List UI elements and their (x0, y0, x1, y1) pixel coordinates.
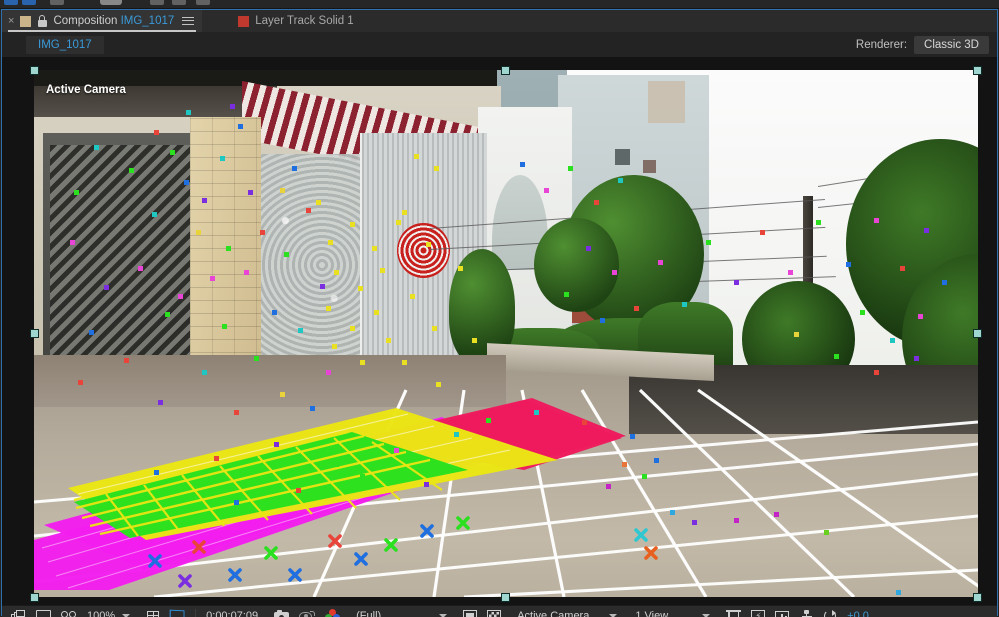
eye-icon[interactable] (299, 610, 316, 617)
tools-toolbar-partial[interactable] (0, 0, 999, 9)
take-snapshot-button[interactable] (269, 606, 294, 617)
toggle-alpha-button[interactable] (458, 606, 482, 617)
comp-color-swatch (20, 15, 32, 27)
resolution-value: (Full) (356, 610, 382, 617)
panel-menu-icon[interactable] (182, 16, 195, 26)
close-icon[interactable]: × (8, 15, 14, 27)
rgb-channels-icon[interactable] (325, 609, 340, 617)
after-effects-window: × Composition IMG_1017 Layer Track Solid… (0, 0, 999, 617)
3d-view-value: Active Camera (517, 610, 590, 617)
toggle-viewer-button[interactable] (31, 606, 56, 617)
layer-color-swatch (238, 15, 250, 27)
fast-previews-icon[interactable]: ⚡ (751, 609, 766, 617)
selection-handle-mid-right[interactable] (973, 329, 982, 338)
hand-tool-icon[interactable] (22, 0, 36, 5)
camera-icon[interactable] (274, 610, 290, 617)
shape-tool-icon[interactable] (150, 0, 164, 5)
selection-tool-icon[interactable] (4, 0, 18, 5)
tab-label-composition: Composition IMG_1017 (53, 15, 175, 27)
region-of-interest-button[interactable] (165, 606, 190, 617)
choose-grid-guide-button[interactable] (141, 606, 165, 617)
region-of-interest-icon[interactable] (169, 609, 185, 617)
divider (195, 609, 197, 617)
timeline-button[interactable] (770, 606, 794, 617)
selection-handle-top-right[interactable] (973, 66, 982, 75)
tab-label-layer: Layer Track Solid 1 (255, 15, 354, 27)
target-decal (397, 222, 451, 279)
tracked-footage-image (34, 70, 978, 597)
monitor-icon[interactable] (36, 609, 51, 617)
toggle-layer-view-button[interactable] (6, 606, 31, 617)
show-snapshot-button[interactable] (294, 606, 320, 617)
reset-exposure-icon[interactable] (823, 609, 837, 617)
building-window (647, 80, 686, 123)
grid-guide-icon[interactable] (146, 610, 160, 617)
magnification-value: 100% (87, 610, 116, 617)
flowchart-icon[interactable] (799, 609, 813, 617)
selection-handle-bottom-left[interactable] (30, 593, 39, 602)
building-window (642, 159, 657, 174)
pixel-aspect-correction-button[interactable] (721, 606, 746, 617)
renderer-group: Renderer: Classic 3D (855, 35, 989, 54)
transparency-grid-icon[interactable] (487, 609, 502, 617)
reset-exposure-button[interactable] (818, 606, 842, 617)
current-time-display[interactable]: 0:00:07:09 (201, 606, 263, 617)
driveway (34, 354, 506, 408)
camera-tool-icon[interactable] (100, 0, 122, 5)
pixel-aspect-icon[interactable] (726, 610, 742, 617)
current-time-value: 0:00:07:09 (206, 610, 259, 617)
layers-icon[interactable] (11, 609, 26, 617)
selection-handle-mid-left[interactable] (30, 329, 39, 338)
resolution-select[interactable]: (Full) (351, 606, 452, 617)
exposure-value-field[interactable]: +0.0 (842, 606, 874, 617)
alpha-icon[interactable] (463, 609, 478, 617)
renderer-label: Renderer: (855, 38, 908, 51)
toggle-transparency-grid-button[interactable] (482, 606, 506, 617)
exposure-value: +0.0 (847, 610, 869, 617)
selection-handle-bottom-center[interactable] (501, 593, 510, 602)
3d-glasses-button[interactable] (56, 606, 82, 617)
pen-tool-icon[interactable] (172, 0, 186, 5)
3d-glasses-icon[interactable] (61, 610, 77, 617)
show-channel-button[interactable] (320, 606, 345, 617)
comp-subbar: IMG_1017 Renderer: Classic 3D (2, 32, 997, 57)
view-layout-select[interactable]: 1 View (630, 606, 715, 617)
tab-layer-track-solid-1[interactable]: Layer Track Solid 1 (232, 10, 361, 32)
selection-handle-top-left[interactable] (30, 66, 39, 75)
tab-composition-img-1017[interactable]: × Composition IMG_1017 (2, 10, 203, 32)
renderer-value[interactable]: Classic 3D (914, 35, 989, 54)
panel-tab-bar[interactable]: × Composition IMG_1017 Layer Track Solid… (2, 10, 997, 32)
comp-flowchart-button[interactable] (794, 606, 818, 617)
selection-handle-bottom-right[interactable] (973, 593, 982, 602)
3d-view-select[interactable]: Active Camera (512, 606, 622, 617)
selection-handle-top-center[interactable] (501, 66, 510, 75)
composition-viewer[interactable]: Active Camera (2, 57, 997, 605)
view-layout-value: 1 View (635, 610, 669, 617)
type-tool-icon[interactable] (196, 0, 210, 5)
viewer-bottom-toolbar[interactable]: 100% 0:00:07:09 (Full) Active Camera 1 V… (2, 605, 997, 617)
building-window (614, 149, 630, 165)
magnification-select[interactable]: 100% (82, 606, 135, 617)
composition-panel: × Composition IMG_1017 Layer Track Solid… (1, 9, 998, 617)
timeline-icon[interactable] (775, 610, 790, 617)
breadcrumb[interactable]: IMG_1017 (26, 35, 104, 54)
comp-stage[interactable]: Active Camera (34, 70, 978, 597)
lock-icon[interactable] (37, 15, 47, 27)
tree (534, 217, 620, 313)
fast-previews-button[interactable]: ⚡ (746, 606, 770, 617)
active-camera-label: Active Camera (46, 84, 126, 96)
zoom-tool-icon[interactable] (50, 0, 64, 5)
